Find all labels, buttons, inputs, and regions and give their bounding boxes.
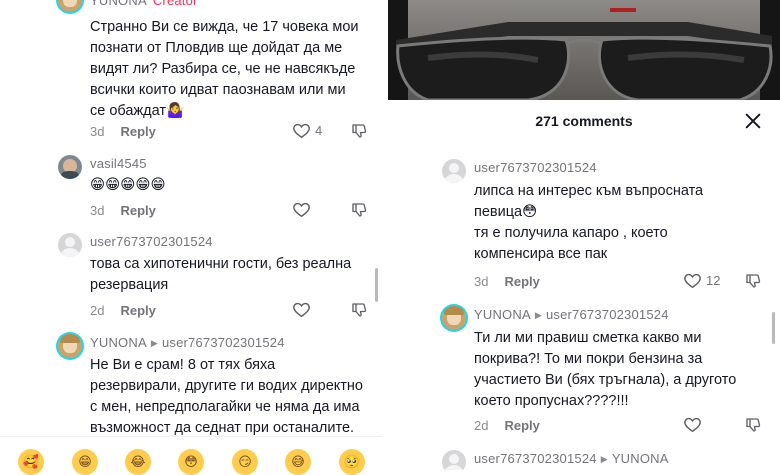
comment-meta: 2d Reply bbox=[474, 418, 540, 433]
dislike-icon[interactable] bbox=[744, 416, 762, 434]
video-background-image bbox=[388, 0, 780, 100]
like-count: 4 bbox=[315, 123, 323, 138]
comment-meta: 3d Reply bbox=[474, 274, 540, 289]
comment-username[interactable]: vasil4545 bbox=[90, 156, 147, 171]
close-icon[interactable] bbox=[744, 112, 762, 130]
comment-text: Ти ли ми правиш сметка какво ми покрива?… bbox=[474, 328, 774, 412]
emoji-button[interactable]: 😁 bbox=[72, 449, 98, 475]
comment-username[interactable]: user7673702301524 bbox=[90, 234, 213, 249]
comments-count-title: 271 comments bbox=[535, 113, 633, 129]
emoji-button[interactable]: 😳 bbox=[178, 449, 204, 475]
emoji-button[interactable]: 🥺 bbox=[339, 449, 365, 475]
emoji-reaction-bar: 🥰 😁 😂 😳 😏 😅 🥺 bbox=[0, 436, 382, 475]
emoji-button[interactable]: 😅 bbox=[285, 449, 311, 475]
emoji-button[interactable]: 😏 bbox=[232, 449, 258, 475]
reply-to-username[interactable]: user7673702301524 bbox=[546, 307, 669, 322]
comment-line: с мен, непредполагайки че няма да има bbox=[90, 399, 360, 415]
comment-line: покрива?! То ми покри бензина за bbox=[474, 351, 703, 367]
comment-text: 😁😁😁😁😁 bbox=[90, 175, 370, 196]
dislike-icon[interactable] bbox=[350, 122, 368, 140]
reply-button[interactable]: Reply bbox=[120, 303, 155, 318]
right-comments-sheet-panel: 271 comments user7673702301524 липса на … bbox=[388, 0, 780, 470]
comment-line: което пропуснах????!!! bbox=[474, 393, 629, 409]
avatar[interactable] bbox=[442, 159, 466, 183]
comment-line: 😁😁😁😁😁 bbox=[90, 177, 166, 193]
comments-sheet: 271 comments bbox=[388, 100, 780, 470]
creator-badge: Creator bbox=[152, 0, 198, 8]
heart-icon bbox=[684, 417, 701, 433]
comment-age: 3d bbox=[90, 203, 105, 218]
comment-username[interactable]: YUNONA ▶ user7673702301524 bbox=[90, 335, 285, 350]
avatar[interactable] bbox=[58, 233, 82, 257]
reply-to-username[interactable]: user7673702301524 bbox=[162, 335, 285, 350]
heart-icon bbox=[293, 202, 310, 218]
comment-line: певица😳 bbox=[474, 204, 538, 220]
comment-line: се обаждат🤷‍♀️ bbox=[90, 103, 185, 119]
reply-arrow-icon: ▶ bbox=[534, 310, 542, 320]
emoji-button[interactable]: 😂 bbox=[125, 449, 151, 475]
heart-icon bbox=[293, 302, 310, 318]
comment-line: познати от Пловдив ще дойдат да ме bbox=[90, 40, 343, 56]
comment-username[interactable]: YUNONA ▶ user7673702301524 bbox=[474, 307, 669, 322]
like-button[interactable] bbox=[292, 200, 311, 219]
comment-meta: 3d Reply bbox=[90, 203, 156, 218]
dislike-icon[interactable] bbox=[744, 272, 762, 290]
comment-line: компенсира все пак bbox=[474, 246, 608, 262]
emoji-button[interactable]: 🥰 bbox=[18, 449, 44, 475]
comment-line: всички които идват паознавам или ми bbox=[90, 82, 346, 98]
comment-age: 2d bbox=[474, 418, 489, 433]
reply-to-username[interactable]: YUNONA bbox=[612, 451, 669, 466]
reply-button[interactable]: Reply bbox=[120, 203, 155, 218]
like-count: 12 bbox=[706, 273, 721, 288]
comment-age: 3d bbox=[474, 274, 489, 289]
dislike-icon[interactable] bbox=[350, 301, 368, 319]
avatar[interactable] bbox=[58, 155, 82, 179]
reply-arrow-icon: ▶ bbox=[600, 454, 608, 464]
reply-button[interactable]: Reply bbox=[504, 274, 539, 289]
left-comments-panel: YUNONA Creator Странно Ви се вижда, че 17… bbox=[0, 0, 382, 470]
comment-line: липса на интерес към въпросната bbox=[474, 183, 704, 199]
comment-line: видят ли? Разбира се, че не навсякъде bbox=[90, 61, 356, 77]
sunglasses-photo bbox=[388, 0, 780, 100]
avatar[interactable] bbox=[442, 306, 466, 330]
comment-meta: 2d Reply bbox=[90, 303, 156, 318]
username-text: YUNONA bbox=[90, 335, 147, 350]
comment-line: това са хипотенични гости, без реална bbox=[90, 256, 352, 272]
comment-line: резервирали, другите ги водих директно bbox=[90, 378, 363, 394]
avatar[interactable] bbox=[58, 334, 82, 358]
like-button[interactable] bbox=[292, 300, 311, 319]
like-button[interactable]: 12 bbox=[683, 271, 720, 290]
comment-meta: 3d Reply bbox=[90, 124, 156, 139]
like-button[interactable]: 4 bbox=[292, 121, 322, 140]
comment-text: липса на интерес към въпросната певица😳 … bbox=[474, 181, 764, 265]
scrollbar-thumb[interactable] bbox=[375, 268, 378, 302]
dislike-icon[interactable] bbox=[350, 201, 368, 219]
heart-icon bbox=[293, 123, 310, 139]
comment-age: 2d bbox=[90, 303, 105, 318]
comment-username[interactable]: YUNONA Creator bbox=[90, 0, 198, 8]
like-button[interactable] bbox=[683, 415, 702, 434]
comment-text: това са хипотенични гости, без реална ре… bbox=[90, 254, 370, 296]
reply-button[interactable]: Reply bbox=[120, 124, 155, 139]
reply-arrow-icon: ▶ bbox=[150, 338, 158, 348]
comment-username[interactable]: user7673702301524 bbox=[474, 160, 597, 175]
comment-line: участието Ви (бях тръгнала), а другото bbox=[474, 372, 737, 388]
username-text: user7673702301524 bbox=[474, 451, 597, 466]
comment-line: резервация bbox=[90, 277, 169, 293]
comment-age: 3d bbox=[90, 124, 105, 139]
heart-icon bbox=[684, 273, 701, 289]
comment-line: Не Ви е срам! 8 от тях бяха bbox=[90, 357, 276, 373]
comment-text: Странно Ви се вижда, че 17 човека мои по… bbox=[90, 17, 380, 122]
comment-text: Не Ви е срам! 8 от тях бяха резервирали,… bbox=[90, 355, 382, 439]
comment-line: тя е получила капаро , което bbox=[474, 225, 668, 241]
comment-username[interactable]: user7673702301524 ▶ YUNONA bbox=[474, 451, 669, 466]
username-text: YUNONA bbox=[474, 307, 531, 322]
avatar[interactable] bbox=[58, 0, 82, 12]
comment-line: Странно Ви се вижда, че 17 човека мои bbox=[90, 19, 359, 35]
username-text: YUNONA bbox=[90, 0, 147, 8]
avatar[interactable] bbox=[442, 450, 466, 470]
scrollbar-thumb[interactable] bbox=[772, 312, 775, 344]
reply-button[interactable]: Reply bbox=[504, 418, 539, 433]
comment-line: Ти ли ми правиш сметка какво ми bbox=[474, 330, 702, 346]
